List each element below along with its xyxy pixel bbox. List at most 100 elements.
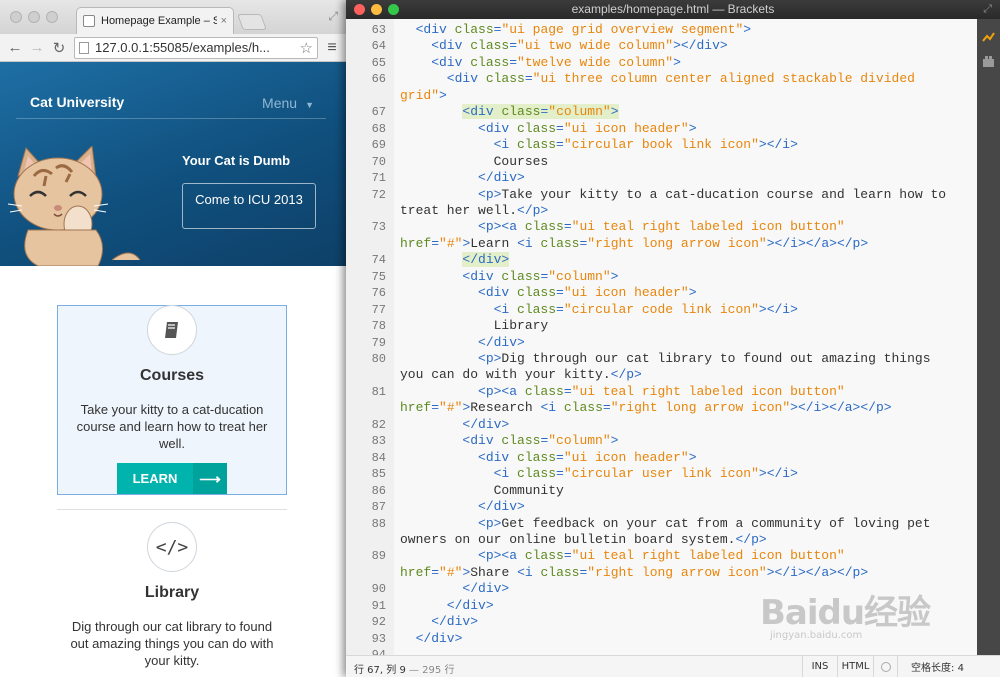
close-window-button[interactable] <box>10 11 22 23</box>
zoom-window-button[interactable] <box>46 11 58 23</box>
line-number: 78 <box>371 319 386 334</box>
line-number: 67 <box>371 105 386 120</box>
line-number: 69 <box>371 138 386 153</box>
code-text: <p><a class="ui teal right labeled icon … <box>400 383 845 399</box>
code-text: grid"> <box>400 87 447 103</box>
tab-close-icon[interactable]: × <box>221 15 227 27</box>
code-text: treat her well.</p> <box>400 202 549 218</box>
editor-titlebar: examples/homepage.html — Brackets ⤢ <box>346 0 1000 19</box>
minimize-window-button[interactable] <box>28 11 40 23</box>
insert-mode-toggle[interactable]: INS <box>802 656 837 677</box>
new-tab-button[interactable] <box>237 14 267 30</box>
line-number: 80 <box>371 352 386 366</box>
indent-setting[interactable]: 空格长度: 4 <box>897 656 977 677</box>
line-number: 89 <box>371 549 386 564</box>
code-text: </div> <box>400 416 510 432</box>
code-text: Library <box>400 318 549 334</box>
line-number: 76 <box>371 286 386 301</box>
code-text: href="#">Research <i class="right long a… <box>400 400 892 416</box>
come-to-icu-button[interactable]: Come to ICU 2013 <box>182 183 316 229</box>
line-number: 74 <box>371 253 386 268</box>
courses-title: Courses <box>139 367 205 384</box>
line-number: 84 <box>371 450 386 465</box>
courses-card: Courses Take your kitty to a cat-ducatio… <box>57 305 287 495</box>
code-text: <p>Dig through our cat library to found … <box>400 351 931 366</box>
extension-manager-icon[interactable] <box>982 55 995 68</box>
line-number: 92 <box>371 615 386 630</box>
book-icon[interactable] <box>147 305 197 355</box>
bookmark-star-icon[interactable]: ☆ <box>300 39 313 57</box>
cursor-position: 行 67, 列 9 — 295 行 <box>354 661 454 676</box>
minimize-window-button[interactable] <box>371 4 382 15</box>
reload-icon[interactable]: ↻ <box>48 39 70 57</box>
line-number: 86 <box>371 483 386 498</box>
code-text: </div> <box>400 630 463 646</box>
code-text: <div class="ui page grid overview segmen… <box>400 22 752 37</box>
code-text: <p><a class="ui teal right labeled icon … <box>400 548 845 564</box>
code-text: <div class="ui icon header"> <box>400 285 697 301</box>
code-text: <i class="circular book link icon"></i> <box>400 137 798 153</box>
masthead-divider <box>16 118 326 119</box>
line-number: 77 <box>371 302 386 317</box>
code-text: href="#">Learn <i class="right long arro… <box>400 235 869 251</box>
page-icon <box>79 41 89 54</box>
code-editor[interactable]: 63 <div class="ui page grid overview seg… <box>346 19 977 655</box>
code-text: <div class="ui three column center align… <box>400 71 915 87</box>
tab-title: Homepage Example – Sem <box>101 15 217 27</box>
line-number: 79 <box>371 335 386 350</box>
line-number: 75 <box>371 269 386 284</box>
line-number: 94 <box>346 647 386 655</box>
site-brand[interactable]: Cat University <box>30 94 124 110</box>
fullscreen-icon[interactable]: ⤢ <box>983 0 992 19</box>
linter-status-icon[interactable] <box>873 656 897 677</box>
code-text: <p>Get feedback on your cat from a commu… <box>400 515 931 531</box>
browser-window: Homepage Example – Sem × ⤢ ← → ↻ 127.0.0… <box>0 0 346 677</box>
code-text: </div> <box>400 334 525 350</box>
browser-tab-bar: Homepage Example – Sem × ⤢ <box>0 0 346 34</box>
forward-arrow-icon[interactable]: → <box>26 39 48 56</box>
code-text: <div class="ui icon header"> <box>400 449 697 465</box>
line-number: 70 <box>371 154 386 169</box>
code-text: <i class="circular code link icon"></i> <box>400 301 798 317</box>
card-divider <box>57 509 287 510</box>
courses-text: Take your kitty to a cat-ducation course… <box>76 402 268 451</box>
url-text: 127.0.0.1:55085/examples/h... <box>95 40 270 55</box>
zoom-window-button[interactable] <box>388 4 399 15</box>
hamburger-menu-icon[interactable]: ≡ <box>322 39 342 57</box>
code-text: <div class="column"> <box>462 104 619 120</box>
caret-down-icon: ▼ <box>305 100 314 110</box>
code-text: <div class="twelve wide column"> <box>400 54 681 70</box>
browser-tab[interactable]: Homepage Example – Sem × <box>76 7 234 34</box>
line-number: 90 <box>371 582 386 597</box>
library-text: Dig through our cat library to found out… <box>70 619 274 668</box>
baidu-watermark: Baidu经验 jingyan.baidu.com <box>760 585 931 641</box>
learn-button[interactable]: LEARN ⟶ <box>117 463 227 494</box>
live-preview-icon[interactable] <box>982 31 995 44</box>
code-text: </div> <box>400 581 510 597</box>
line-number: 72 <box>371 187 386 202</box>
library-title: Library <box>144 584 200 601</box>
language-selector[interactable]: HTML <box>837 656 873 677</box>
line-number: 91 <box>371 598 386 613</box>
browser-toolbar: ← → ↻ 127.0.0.1:55085/examples/h... ☆ ≡ <box>0 34 346 62</box>
line-number: 73 <box>371 220 386 235</box>
back-arrow-icon[interactable]: ← <box>4 39 26 56</box>
code-text: Courses <box>400 153 549 169</box>
editor-window-title: examples/homepage.html — Brackets <box>571 2 775 16</box>
address-bar[interactable]: 127.0.0.1:55085/examples/h... ☆ <box>74 36 318 59</box>
line-number: 64 <box>371 39 386 54</box>
web-page: Cat University Menu ▼ Your Cat is Dumb Co… <box>0 62 346 677</box>
code-text: <div class="column"> <box>400 268 619 284</box>
line-number: 83 <box>371 434 386 449</box>
close-window-button[interactable] <box>354 4 365 15</box>
status-bar: 行 67, 列 9 — 295 行 INS HTML 空格长度: 4 <box>346 655 1000 677</box>
code-text: <div class="column"> <box>400 433 619 449</box>
code-text: Community <box>400 482 564 498</box>
fullscreen-icon[interactable]: ⤢ <box>328 9 338 24</box>
menu-dropdown[interactable]: Menu ▼ <box>262 95 314 111</box>
kitten-illustration <box>8 146 141 266</box>
code-text: <div class="ui icon header"> <box>400 120 697 136</box>
code-text: you can do with your kitty.</p> <box>400 367 642 383</box>
line-count: — 295 行 <box>409 665 455 676</box>
code-icon[interactable]: </> <box>147 522 197 572</box>
